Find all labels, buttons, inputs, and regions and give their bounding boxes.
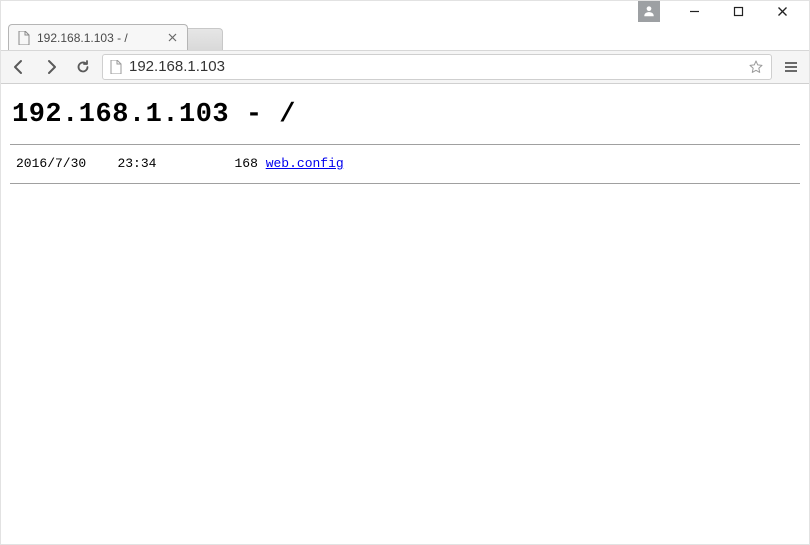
browser-toolbar: 192.168.1.103 (0, 50, 810, 84)
tab-strip: 192.168.1.103 - / (0, 22, 810, 50)
menu-button[interactable] (778, 54, 804, 80)
user-account-icon[interactable] (638, 0, 660, 22)
close-tab-icon[interactable] (165, 31, 179, 45)
address-bar[interactable]: 192.168.1.103 (102, 54, 772, 80)
page-icon (109, 60, 123, 74)
page-content: 192.168.1.103 - / 2016/7/30 23:34 168 we… (0, 84, 810, 194)
listing-time: 23:34 (117, 156, 156, 171)
browser-tab[interactable]: 192.168.1.103 - / (8, 24, 188, 50)
file-icon (17, 31, 31, 45)
bookmark-star-icon[interactable] (747, 58, 765, 76)
listing-date: 2016/7/30 (16, 156, 86, 171)
forward-button[interactable] (38, 54, 64, 80)
listing-size: 168 (234, 156, 257, 171)
url-text: 192.168.1.103 (129, 55, 741, 79)
back-button[interactable] (6, 54, 32, 80)
maximize-button[interactable] (716, 0, 760, 22)
window-titlebar (0, 0, 810, 22)
close-window-button[interactable] (760, 0, 804, 22)
tab-title: 192.168.1.103 - / (37, 31, 128, 45)
page-title: 192.168.1.103 - / (12, 100, 800, 130)
file-link[interactable]: web.config (266, 156, 344, 171)
new-tab-button[interactable] (187, 28, 223, 50)
divider (10, 183, 800, 184)
directory-listing: 2016/7/30 23:34 168 web.config (10, 145, 800, 183)
minimize-button[interactable] (672, 0, 716, 22)
reload-button[interactable] (70, 54, 96, 80)
